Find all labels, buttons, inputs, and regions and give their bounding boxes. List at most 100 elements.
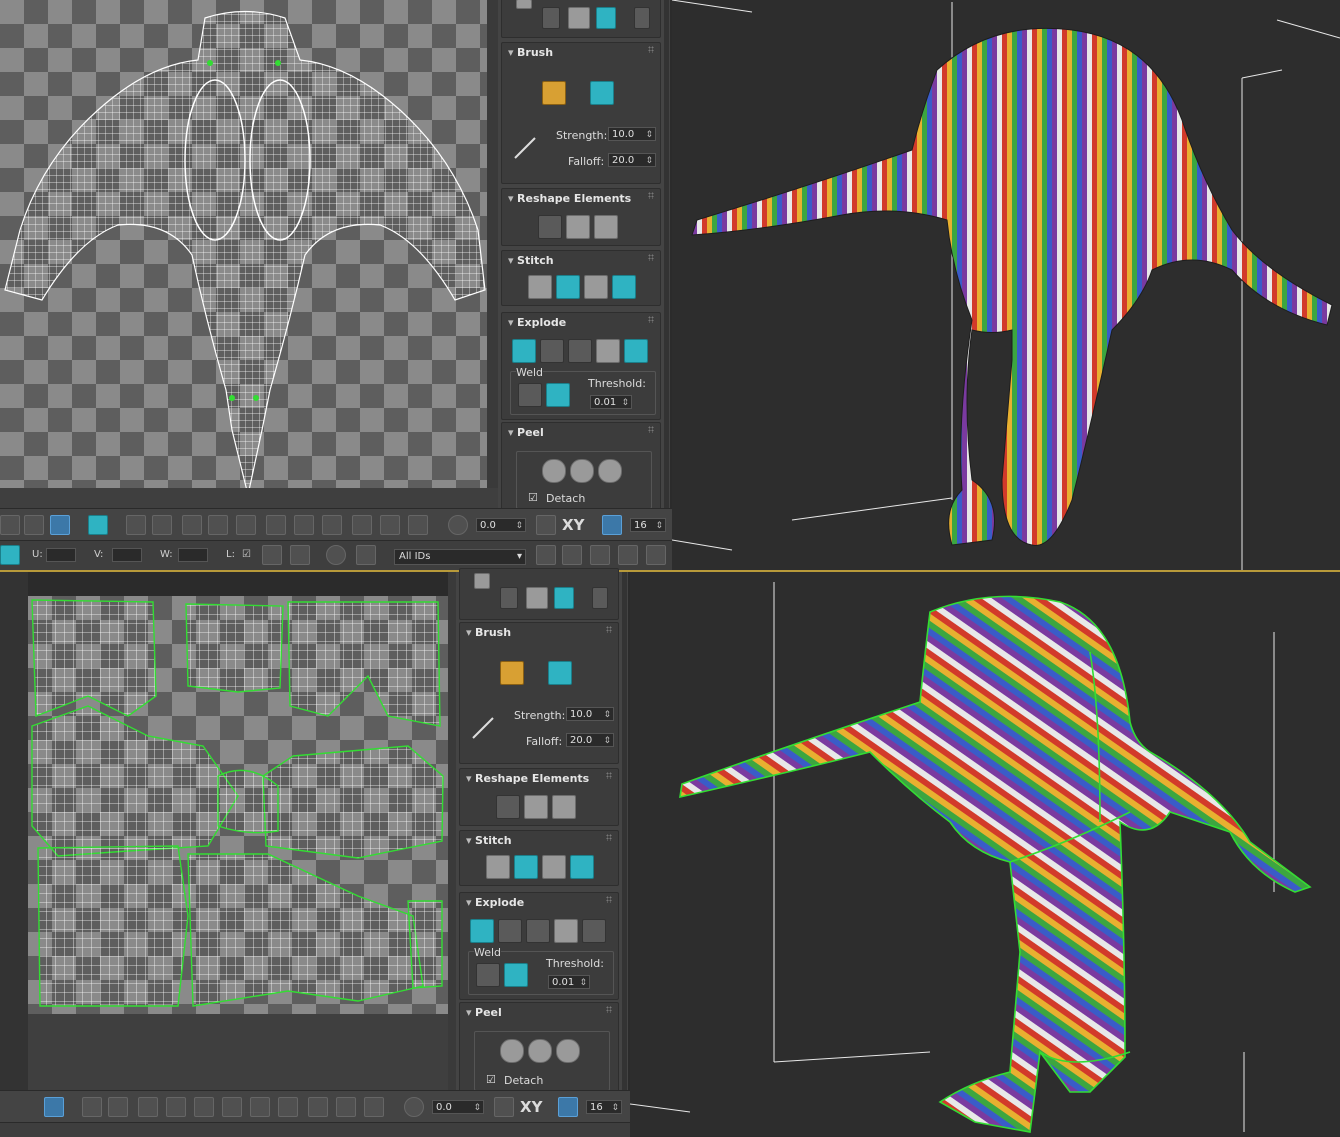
shrink-selection-icon[interactable]: [108, 1097, 128, 1117]
explode-rollout-title[interactable]: Explode: [508, 316, 566, 329]
u-field[interactable]: [46, 548, 76, 562]
uv-editor-scrollbar-vertical[interactable]: [487, 0, 498, 488]
falloff-spinner[interactable]: 20.0: [566, 733, 614, 748]
peel-rollout-title[interactable]: Peel: [466, 1006, 502, 1019]
straighten-icon[interactable]: [526, 587, 548, 609]
relax-icon[interactable]: [552, 795, 576, 819]
w-field[interactable]: [178, 548, 208, 562]
falloff-curve-icon[interactable]: [536, 515, 556, 535]
panel-scrollbar[interactable]: [664, 0, 669, 508]
lock-icon[interactable]: [262, 545, 282, 565]
align-vertical-icon[interactable]: [542, 7, 560, 29]
loop-grow-icon[interactable]: [208, 515, 228, 535]
threshold-spinner[interactable]: 0.01: [548, 975, 590, 990]
flatten-by-material-icon[interactable]: [554, 919, 578, 943]
reset-peel-icon[interactable]: [598, 459, 622, 483]
flatten-by-angle-icon[interactable]: [498, 919, 522, 943]
brush-size-icon[interactable]: [512, 135, 538, 161]
axis-label[interactable]: XY: [562, 516, 584, 534]
uv-editor-scrollbar-horizontal[interactable]: [0, 488, 498, 508]
rotate-icon[interactable]: [554, 587, 574, 609]
uv-editor-view-2[interactable]: [28, 596, 448, 1014]
vertex-select-icon[interactable]: [0, 515, 20, 535]
paint-select-icon[interactable]: [308, 1097, 328, 1117]
stitch-rollout-title[interactable]: Stitch: [508, 254, 554, 267]
reshape-rollout-title[interactable]: Reshape Elements: [508, 192, 631, 205]
show-icon[interactable]: [326, 545, 346, 565]
ring-shrink-icon[interactable]: [322, 515, 342, 535]
brush-rollout-title[interactable]: Brush: [466, 626, 511, 639]
move-selected-icon[interactable]: [516, 0, 532, 9]
detach-checkbox[interactable]: ☑: [486, 1073, 496, 1086]
soft-select-icon[interactable]: [448, 515, 468, 535]
loop-grow-icon[interactable]: [166, 1097, 186, 1117]
stitch-to-target-icon[interactable]: [556, 275, 580, 299]
straighten-selection-icon[interactable]: [538, 215, 562, 239]
grip-icon[interactable]: [648, 254, 654, 261]
ring-select-icon[interactable]: [222, 1097, 242, 1117]
explode-rollout-title[interactable]: Explode: [466, 896, 524, 909]
paint-grow-icon[interactable]: [380, 515, 400, 535]
rotate-icon[interactable]: [596, 7, 616, 29]
reset-peel-icon[interactable]: [556, 1039, 580, 1063]
weld-selected-icon[interactable]: [476, 963, 500, 987]
relax-brush-icon[interactable]: [548, 661, 572, 685]
loop-select-icon[interactable]: [182, 515, 202, 535]
soft-select-icon[interactable]: [404, 1097, 424, 1117]
grid-size-spinner[interactable]: 16: [586, 1100, 622, 1115]
hide-icon[interactable]: [290, 545, 310, 565]
transform-mode-icon[interactable]: [0, 545, 20, 565]
stitch-custom-icon[interactable]: [486, 855, 510, 879]
uv-editor-view[interactable]: [0, 0, 498, 488]
break-icon[interactable]: [512, 339, 536, 363]
panel-scrollbar-2[interactable]: [622, 572, 627, 1090]
soft-select-falloff-spinner[interactable]: 0.0: [476, 518, 526, 533]
uv-editor-scrollbar-vertical-2[interactable]: [448, 572, 456, 1090]
flatten-by-smoothing-icon[interactable]: [624, 339, 648, 363]
straighten-selection-icon[interactable]: [496, 795, 520, 819]
flatten-by-smoothing-icon[interactable]: [582, 919, 606, 943]
grip-icon[interactable]: [648, 46, 654, 53]
soft-select-falloff-spinner[interactable]: 0.0: [432, 1100, 484, 1115]
move-selected-icon[interactable]: [474, 573, 490, 589]
polygon-select-icon[interactable]: [50, 515, 70, 535]
stitch-average-icon[interactable]: [584, 275, 608, 299]
freeze-icon[interactable]: [356, 545, 376, 565]
zoom-extents-icon[interactable]: [618, 545, 638, 565]
brush-size-icon[interactable]: [470, 715, 496, 741]
stitch-to-source-icon[interactable]: [612, 275, 636, 299]
paint-move-brush-icon[interactable]: [542, 81, 566, 105]
stitch-rollout-title[interactable]: Stitch: [466, 834, 512, 847]
grow-selection-icon[interactable]: [82, 1097, 102, 1117]
l-checkbox[interactable]: ☑: [242, 549, 251, 560]
grid-snap-icon[interactable]: [558, 1097, 578, 1117]
shrink-selection-icon[interactable]: [152, 515, 172, 535]
falloff-spinner[interactable]: 20.0: [608, 153, 656, 168]
flatten-by-angle-icon[interactable]: [540, 339, 564, 363]
stitch-custom-icon[interactable]: [528, 275, 552, 299]
quick-peel-icon[interactable]: [500, 1039, 524, 1063]
ring-grow-icon[interactable]: [250, 1097, 270, 1117]
relax-until-flat-icon[interactable]: [524, 795, 548, 819]
relax-icon[interactable]: [594, 215, 618, 239]
grip-icon[interactable]: [606, 772, 612, 779]
edge-select-icon[interactable]: [24, 515, 44, 535]
weld-selected-icon[interactable]: [518, 383, 542, 407]
grip-icon[interactable]: [606, 896, 612, 903]
snap-toggle-icon[interactable]: [646, 545, 666, 565]
grip-icon[interactable]: [648, 316, 654, 323]
grip-icon[interactable]: [648, 426, 654, 433]
straighten-icon[interactable]: [568, 7, 590, 29]
grid-size-spinner[interactable]: 16: [630, 518, 666, 533]
reshape-rollout-title[interactable]: Reshape Elements: [466, 772, 589, 785]
paint-shrink-icon[interactable]: [364, 1097, 384, 1117]
ring-shrink-icon[interactable]: [278, 1097, 298, 1117]
axis-label[interactable]: XY: [520, 1098, 542, 1116]
relax-until-flat-icon[interactable]: [566, 215, 590, 239]
flatten-by-material-icon[interactable]: [596, 339, 620, 363]
paint-select-icon[interactable]: [352, 515, 372, 535]
flatten-by-polygon-icon[interactable]: [568, 339, 592, 363]
grow-selection-icon[interactable]: [126, 515, 146, 535]
brush-rollout-title[interactable]: Brush: [508, 46, 553, 59]
space-vertical-icon[interactable]: [634, 7, 650, 29]
